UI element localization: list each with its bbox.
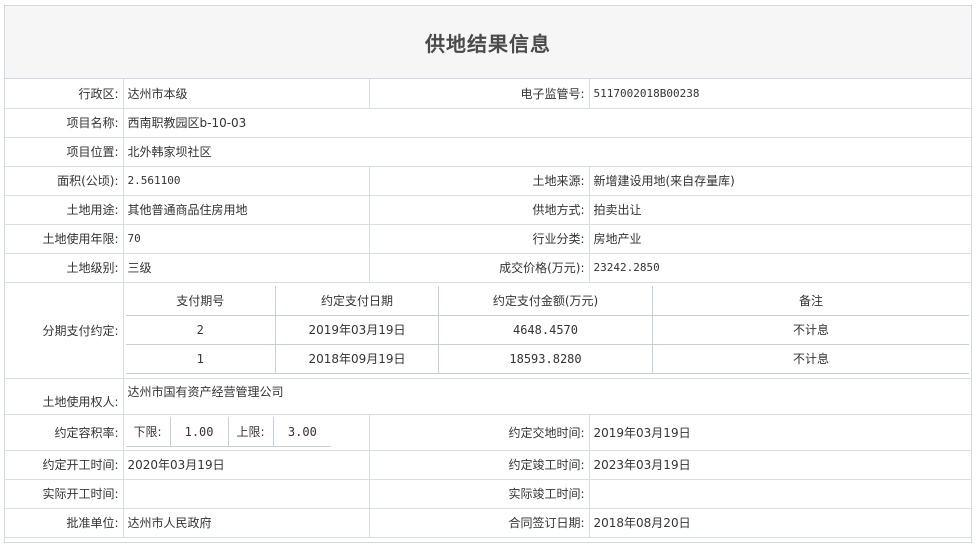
- land-user-label: 土地使用权人:: [5, 377, 124, 415]
- row-far: 约定容积率: 下限: 1.00 上限: 3.00 约定交地时间: 2019年03…: [5, 413, 971, 451]
- installment-note: 不计息: [652, 343, 969, 374]
- far-upper-label: 上限:: [227, 417, 274, 447]
- installment-note: 不计息: [652, 314, 969, 345]
- row-district: 行政区: 达州市本级 电子监管号: 5117002018B00238: [5, 79, 971, 109]
- start-time-label: 约定开工时间:: [5, 449, 124, 480]
- installments-label: 分期支付约定:: [5, 281, 124, 379]
- district-value: 达州市本级: [122, 79, 370, 109]
- row-project-name: 项目名称: 西南职教园区b-10-03: [5, 107, 971, 138]
- project-name-value: 西南职教园区b-10-03: [122, 107, 971, 138]
- installment-date: 2019年03月19日: [275, 314, 439, 345]
- completion-time-label: 约定竣工时间:: [368, 449, 590, 480]
- row-actual-time: 实际开工时间: 实际竣工时间:: [5, 478, 971, 509]
- actual-start-label: 实际开工时间:: [5, 478, 124, 509]
- installment-date: 2018年09月19日: [275, 343, 439, 374]
- row-use-years: 土地使用年限: 70 行业分类: 房地产业: [5, 223, 971, 254]
- price-value: 23242.2850: [588, 252, 971, 283]
- project-location-label: 项目位置:: [5, 136, 124, 167]
- project-location-value: 北外韩家坝社区: [122, 136, 971, 167]
- use-years-value: 70: [122, 223, 370, 254]
- land-grade-value: 三级: [122, 252, 370, 283]
- actual-completion-label: 实际竣工时间:: [368, 478, 590, 509]
- far-table: 下限: 1.00 上限: 3.00: [125, 417, 332, 447]
- supply-method-label: 供地方式:: [368, 194, 590, 225]
- industry-value: 房地产业: [588, 223, 971, 254]
- actual-start-value: [122, 478, 370, 509]
- row-approval: 批准单位: 达州市人民政府 合同签订日期: 2018年08月20日: [5, 507, 971, 538]
- installment-no: 1: [125, 343, 276, 374]
- supervision-no-value: 5117002018B00238: [588, 79, 971, 109]
- contract-date-value: 2018年08月20日: [588, 507, 971, 538]
- land-supply-result-panel: 供地结果信息 行政区: 达州市本级 电子监管号: 5117002018B0023…: [4, 5, 972, 543]
- district-label: 行政区:: [5, 79, 124, 109]
- installments-header-date: 约定支付日期: [275, 286, 439, 316]
- industry-label: 行业分类:: [368, 223, 590, 254]
- installment-amount: 18593.8280: [438, 343, 653, 374]
- row-start-time: 约定开工时间: 2020年03月19日 约定竣工时间: 2023年03月19日: [5, 449, 971, 480]
- supply-method-value: 拍卖出让: [588, 194, 971, 225]
- far-lower-label: 下限:: [125, 417, 171, 447]
- installments-cell: 支付期号 约定支付日期 约定支付金额(万元) 备注 2 2019年03月19日 …: [122, 281, 971, 379]
- page-title: 供地结果信息: [5, 6, 971, 79]
- far-label: 约定容积率:: [5, 413, 124, 451]
- area-value: 2.561100: [122, 165, 370, 196]
- area-label: 面积(公顷):: [5, 165, 124, 196]
- land-grade-label: 土地级别:: [5, 252, 124, 283]
- approval-unit-label: 批准单位:: [5, 507, 124, 538]
- land-source-value: 新增建设用地(来自存量库): [588, 165, 971, 196]
- start-time-value: 2020年03月19日: [122, 449, 370, 480]
- handover-time-value: 2019年03月19日: [588, 413, 971, 451]
- land-user-value: 达州市国有资产经营管理公司: [122, 377, 971, 415]
- installment-amount: 4648.4570: [438, 314, 653, 345]
- installments-header-note: 备注: [652, 286, 969, 316]
- row-land-user: 土地使用权人: 达州市国有资产经营管理公司: [5, 377, 971, 415]
- land-use-label: 土地用途:: [5, 194, 124, 225]
- contract-date-label: 合同签订日期:: [368, 507, 590, 538]
- actual-completion-value: [588, 478, 971, 509]
- approval-unit-value: 达州市人民政府: [122, 507, 370, 538]
- table-row: 1 2018年09月19日 18593.8280 不计息: [125, 343, 969, 374]
- project-name-label: 项目名称:: [5, 107, 124, 138]
- land-source-label: 土地来源:: [368, 165, 590, 196]
- row-area: 面积(公顷): 2.561100 土地来源: 新增建设用地(来自存量库): [5, 165, 971, 196]
- supervision-no-label: 电子监管号:: [368, 79, 590, 109]
- row-project-location: 项目位置: 北外韩家坝社区: [5, 136, 971, 167]
- land-use-value: 其他普通商品住房用地: [122, 194, 370, 225]
- installments-header-amount: 约定支付金额(万元): [438, 286, 653, 316]
- row-land-use: 土地用途: 其他普通商品住房用地 供地方式: 拍卖出让: [5, 194, 971, 225]
- far-upper-value: 3.00: [272, 417, 332, 447]
- row-installments: 分期支付约定: 支付期号 约定支付日期 约定支付金额(万元) 备注 2 2019…: [5, 281, 971, 379]
- handover-time-label: 约定交地时间:: [368, 413, 590, 451]
- info-table: 行政区: 达州市本级 电子监管号: 5117002018B00238 项目名称:…: [5, 79, 971, 538]
- far-lower-value: 1.00: [169, 417, 229, 447]
- row-land-grade: 土地级别: 三级 成交价格(万元): 23242.2850: [5, 252, 971, 283]
- installments-header-no: 支付期号: [125, 286, 276, 316]
- installments-header-row: 支付期号 约定支付日期 约定支付金额(万元) 备注: [125, 286, 969, 316]
- price-label: 成交价格(万元):: [368, 252, 590, 283]
- installments-table: 支付期号 约定支付日期 约定支付金额(万元) 备注 2 2019年03月19日 …: [125, 286, 969, 374]
- far-cell: 下限: 1.00 上限: 3.00: [122, 413, 370, 451]
- table-row: 2 2019年03月19日 4648.4570 不计息: [125, 314, 969, 345]
- completion-time-value: 2023年03月19日: [588, 449, 971, 480]
- installment-no: 2: [125, 314, 276, 345]
- use-years-label: 土地使用年限:: [5, 223, 124, 254]
